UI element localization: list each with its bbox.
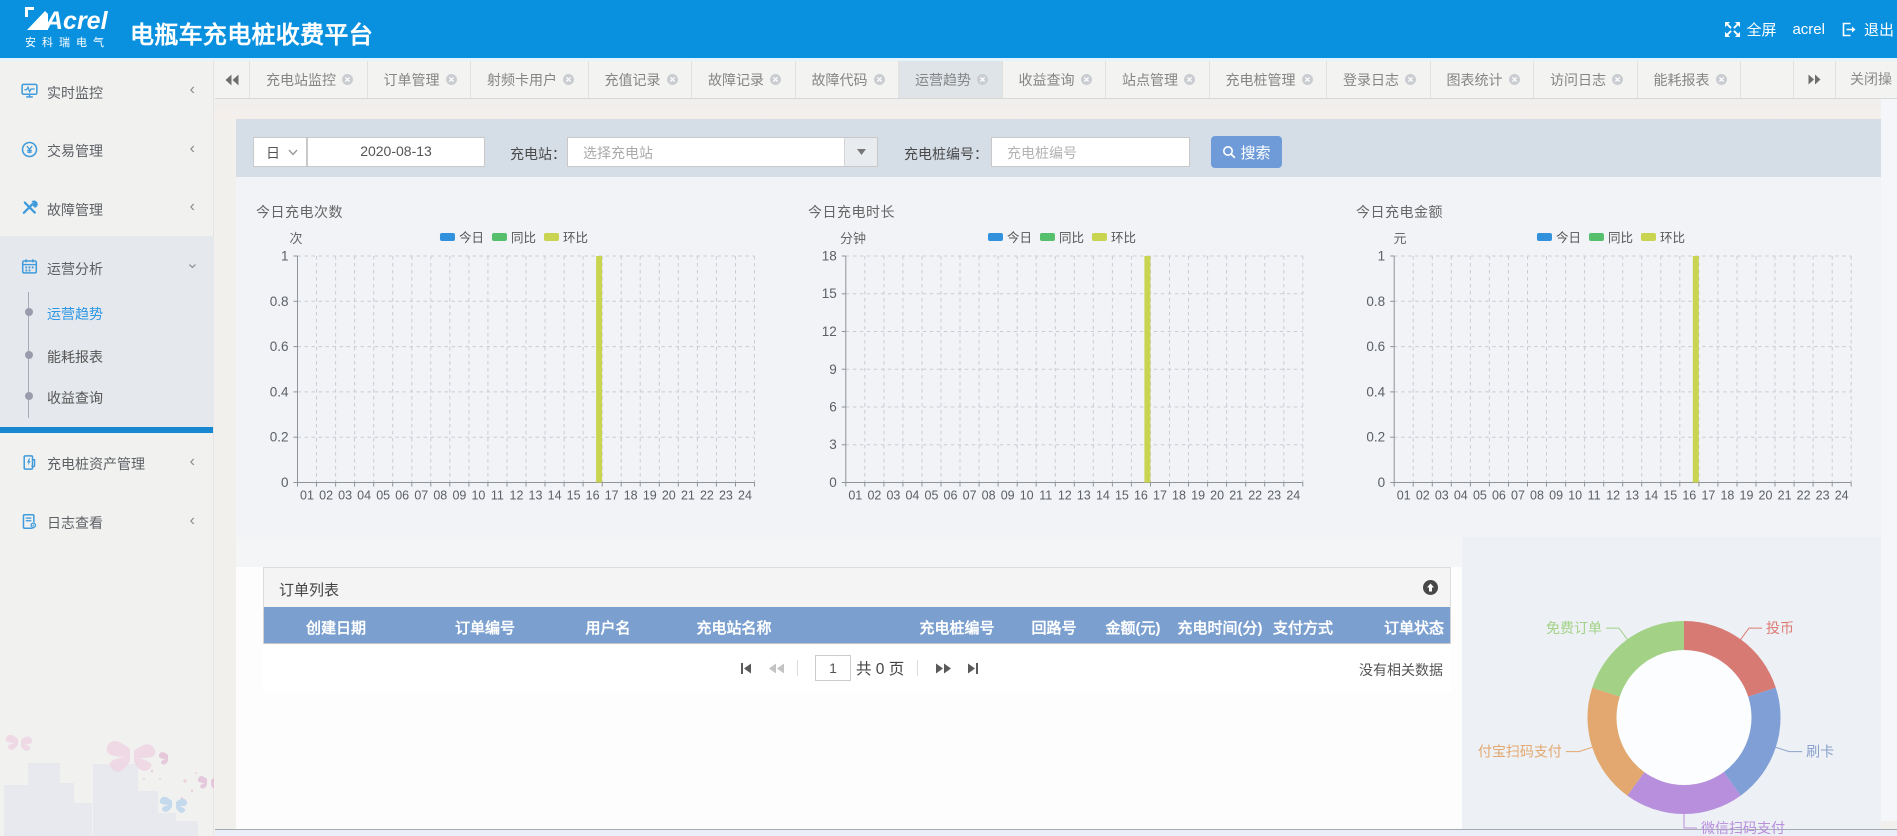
svg-text:1: 1 xyxy=(281,249,289,264)
svg-text:07: 07 xyxy=(963,489,977,503)
svg-text:04: 04 xyxy=(1454,489,1468,503)
svg-text:16: 16 xyxy=(1682,489,1696,503)
svg-text:10: 10 xyxy=(471,489,485,503)
svg-text:0.2: 0.2 xyxy=(1366,430,1385,445)
svg-text:19: 19 xyxy=(1191,489,1205,503)
svg-text:0: 0 xyxy=(829,475,837,490)
svg-text:9: 9 xyxy=(829,362,837,377)
svg-text:02: 02 xyxy=(319,489,333,503)
svg-text:0.4: 0.4 xyxy=(1366,384,1385,399)
svg-text:15: 15 xyxy=(822,286,837,301)
svg-text:21: 21 xyxy=(1778,489,1792,503)
svg-text:17: 17 xyxy=(605,489,619,503)
svg-text:21: 21 xyxy=(681,489,695,503)
svg-text:17: 17 xyxy=(1701,489,1715,503)
svg-text:04: 04 xyxy=(357,489,371,503)
svg-text:21: 21 xyxy=(1229,489,1243,503)
svg-text:14: 14 xyxy=(1644,489,1658,503)
svg-text:06: 06 xyxy=(1492,489,1506,503)
svg-text:12: 12 xyxy=(510,489,524,503)
svg-text:05: 05 xyxy=(1473,489,1487,503)
svg-text:0: 0 xyxy=(1378,475,1386,490)
svg-text:01: 01 xyxy=(1397,489,1411,503)
svg-text:22: 22 xyxy=(700,489,714,503)
svg-text:20: 20 xyxy=(662,489,676,503)
svg-text:07: 07 xyxy=(414,489,428,503)
svg-text:09: 09 xyxy=(452,489,466,503)
svg-text:24: 24 xyxy=(738,489,752,503)
svg-text:22: 22 xyxy=(1248,489,1262,503)
svg-text:19: 19 xyxy=(1740,489,1754,503)
svg-text:04: 04 xyxy=(905,489,919,503)
svg-text:16: 16 xyxy=(1134,489,1148,503)
svg-text:14: 14 xyxy=(548,489,562,503)
svg-text:0.4: 0.4 xyxy=(270,384,289,399)
svg-text:05: 05 xyxy=(376,489,390,503)
svg-text:23: 23 xyxy=(1267,489,1281,503)
svg-text:0.6: 0.6 xyxy=(1366,339,1385,354)
svg-text:02: 02 xyxy=(1416,489,1430,503)
svg-text:23: 23 xyxy=(719,489,733,503)
svg-text:12: 12 xyxy=(822,324,837,339)
svg-text:15: 15 xyxy=(1115,489,1129,503)
svg-text:24: 24 xyxy=(1286,489,1300,503)
svg-text:0.2: 0.2 xyxy=(270,430,289,445)
svg-text:免费订单: 免费订单 xyxy=(1546,620,1602,636)
svg-text:08: 08 xyxy=(433,489,447,503)
svg-text:12: 12 xyxy=(1058,489,1072,503)
svg-text:付宝扫码支付: 付宝扫码支付 xyxy=(1478,744,1562,760)
svg-text:09: 09 xyxy=(1549,489,1563,503)
svg-text:20: 20 xyxy=(1759,489,1773,503)
svg-text:10: 10 xyxy=(1568,489,1582,503)
svg-text:0.8: 0.8 xyxy=(270,294,289,309)
svg-text:11: 11 xyxy=(1039,489,1052,503)
svg-text:06: 06 xyxy=(395,489,409,503)
svg-text:05: 05 xyxy=(925,489,939,503)
svg-text:09: 09 xyxy=(1001,489,1015,503)
svg-text:0.8: 0.8 xyxy=(1366,294,1385,309)
svg-text:01: 01 xyxy=(848,489,862,503)
svg-text:08: 08 xyxy=(982,489,996,503)
svg-text:微信扫码支付: 微信扫码支付 xyxy=(1701,820,1785,836)
svg-text:03: 03 xyxy=(1435,489,1449,503)
svg-text:刷卡: 刷卡 xyxy=(1806,744,1834,760)
svg-text:13: 13 xyxy=(1077,489,1091,503)
svg-text:6: 6 xyxy=(829,400,837,415)
svg-text:18: 18 xyxy=(822,249,837,264)
svg-text:0.6: 0.6 xyxy=(270,339,289,354)
svg-text:11: 11 xyxy=(491,489,504,503)
svg-text:13: 13 xyxy=(529,489,543,503)
svg-text:16: 16 xyxy=(586,489,600,503)
svg-text:13: 13 xyxy=(1625,489,1639,503)
svg-text:23: 23 xyxy=(1816,489,1830,503)
svg-text:18: 18 xyxy=(624,489,638,503)
svg-text:03: 03 xyxy=(886,489,900,503)
svg-text:01: 01 xyxy=(300,489,314,503)
svg-text:18: 18 xyxy=(1720,489,1734,503)
svg-text:07: 07 xyxy=(1511,489,1525,503)
svg-text:18: 18 xyxy=(1172,489,1186,503)
svg-text:1: 1 xyxy=(1378,249,1386,264)
svg-text:0: 0 xyxy=(281,475,289,490)
svg-text:10: 10 xyxy=(1020,489,1034,503)
svg-text:24: 24 xyxy=(1835,489,1849,503)
svg-text:08: 08 xyxy=(1530,489,1544,503)
svg-text:11: 11 xyxy=(1588,489,1601,503)
svg-text:12: 12 xyxy=(1606,489,1620,503)
svg-text:15: 15 xyxy=(567,489,581,503)
svg-text:3: 3 xyxy=(829,437,837,452)
svg-text:14: 14 xyxy=(1096,489,1110,503)
svg-text:15: 15 xyxy=(1663,489,1677,503)
svg-text:02: 02 xyxy=(867,489,881,503)
svg-text:20: 20 xyxy=(1210,489,1224,503)
svg-text:19: 19 xyxy=(643,489,657,503)
svg-text:03: 03 xyxy=(338,489,352,503)
svg-text:06: 06 xyxy=(944,489,958,503)
svg-text:22: 22 xyxy=(1797,489,1811,503)
svg-text:17: 17 xyxy=(1153,489,1167,503)
svg-text:投币: 投币 xyxy=(1766,620,1794,636)
